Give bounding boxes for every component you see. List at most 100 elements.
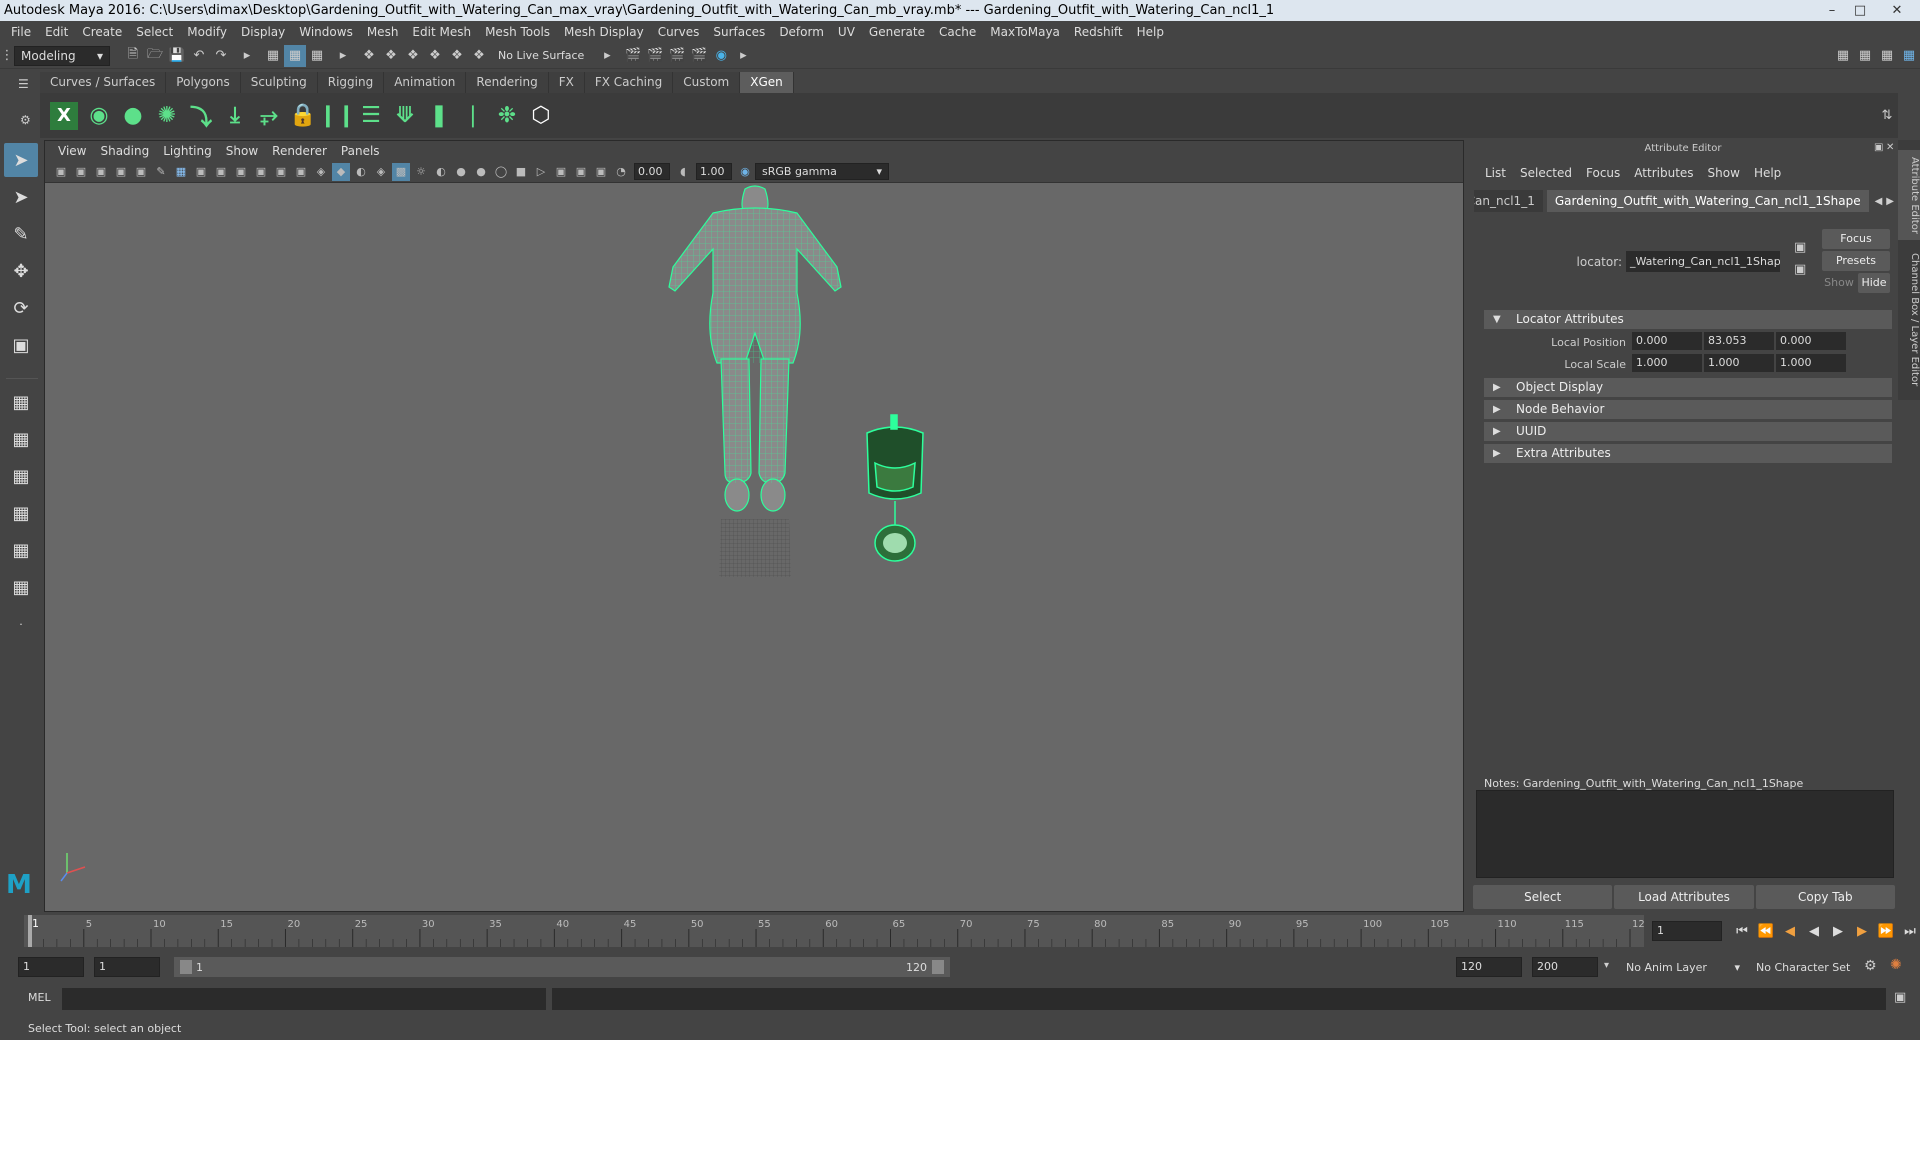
wireframe-icon[interactable]: ◈ xyxy=(312,163,330,181)
character-set-dropdown[interactable]: No Character Set xyxy=(1750,957,1862,977)
grid-toggle-icon[interactable]: ▦ xyxy=(172,163,190,181)
focus-button[interactable]: Focus xyxy=(1822,229,1890,249)
xgen-guide-sculpt-icon[interactable]: ⟱ xyxy=(388,99,422,133)
xgen-editor-icon[interactable]: X xyxy=(50,101,78,130)
select-button[interactable]: Select xyxy=(1473,885,1613,909)
menu-edit-mesh[interactable]: Edit Mesh xyxy=(405,25,478,39)
snap-grid-icon[interactable]: ❖ xyxy=(358,45,380,67)
range-handle-end[interactable] xyxy=(932,960,944,974)
xgen-guide-length-icon[interactable]: ⤓ xyxy=(218,99,252,133)
script-editor-icon[interactable]: ▣ xyxy=(1894,990,1906,1005)
xgen-attract-icon[interactable]: ❉ xyxy=(490,99,524,133)
shelf-scroll-icon[interactable]: ⇅ xyxy=(1876,105,1898,127)
xgen-layers-icon[interactable]: ☰ xyxy=(354,99,388,133)
go-to-end-icon[interactable]: ⏭ xyxy=(1898,924,1920,939)
gate-mask-icon[interactable]: ▣ xyxy=(232,163,250,181)
snap-surface-icon[interactable]: ❖ xyxy=(446,45,468,67)
menu-surfaces[interactable]: Surfaces xyxy=(706,25,772,39)
ipr-render-icon[interactable]: 🎬 xyxy=(644,45,666,67)
xgen-add-guide-icon[interactable]: ⤵ xyxy=(184,99,218,133)
range-handle-start[interactable] xyxy=(180,960,192,974)
section-locator-attributes[interactable]: ▼ Locator Attributes xyxy=(1484,310,1892,329)
move-tool-icon[interactable]: ✥ xyxy=(4,254,38,288)
section-uuid[interactable]: ▶ UUID xyxy=(1484,422,1892,441)
menu-help[interactable]: Help xyxy=(1130,25,1171,39)
close-panel-icon[interactable]: ✕ xyxy=(1886,142,1894,153)
range-track[interactable] xyxy=(174,957,950,977)
open-scene-icon[interactable]: 🗁 xyxy=(144,45,166,67)
safe-title-icon[interactable]: ▣ xyxy=(292,163,310,181)
xgen-guide-bend-icon[interactable]: ⥅ xyxy=(252,99,286,133)
script-language-label[interactable]: MEL xyxy=(28,991,51,1004)
shelf-tab-curves-surfaces[interactable]: Curves / Surfaces xyxy=(40,72,167,93)
layout-stack-icon[interactable]: ▦ xyxy=(4,496,38,530)
ae-menu-help[interactable]: Help xyxy=(1747,166,1788,180)
layout-side-icon[interactable]: ▦ xyxy=(4,459,38,493)
menu-file[interactable]: File xyxy=(4,25,38,39)
new-scene-icon[interactable]: 🗎 xyxy=(122,45,144,67)
playback-prefs-icon[interactable]: ✺ xyxy=(1890,957,1902,973)
animation-end-field[interactable]: 200 xyxy=(1532,957,1598,977)
xray-icon[interactable]: ▣ xyxy=(552,163,570,181)
show-button[interactable]: Show xyxy=(1822,273,1856,293)
local-position-z[interactable]: 0.000 xyxy=(1776,332,1846,350)
hypershade-icon[interactable]: 🎬 xyxy=(688,45,710,67)
section-object-display[interactable]: ▶ Object Display xyxy=(1484,378,1892,397)
scale-tool-icon[interactable]: ▣ xyxy=(4,328,38,362)
image-plane-icon[interactable]: ▣ xyxy=(112,163,130,181)
menu-create[interactable]: Create xyxy=(75,25,129,39)
menu-maxtomaya[interactable]: MaxToMaya xyxy=(983,25,1067,39)
paint-select-tool-icon[interactable]: ✎ xyxy=(4,217,38,251)
go-to-start-icon[interactable]: ⏮ xyxy=(1730,924,1754,939)
modeling-toolkit-icon[interactable]: ▦ xyxy=(1832,45,1854,67)
float-panel-icon[interactable]: ▣ xyxy=(1874,142,1883,153)
section-node-behavior[interactable]: ▶ Node Behavior xyxy=(1484,400,1892,419)
rotate-tool-icon[interactable]: ⟳ xyxy=(4,291,38,325)
xgen-lock-icon[interactable]: 🔒 xyxy=(286,99,320,133)
maximize-button[interactable]: □ xyxy=(1846,2,1874,20)
shelf-tab-fx-caching[interactable]: FX Caching xyxy=(584,72,674,93)
minimize-button[interactable]: – xyxy=(1818,2,1846,20)
viewport-menu-view[interactable]: View xyxy=(51,144,93,158)
layout-single-icon[interactable]: ▦ xyxy=(4,385,38,419)
select-tool-icon[interactable]: ➤ xyxy=(4,143,38,177)
snap-vertex-icon[interactable]: ❖ xyxy=(468,45,490,67)
xray-joints-icon[interactable]: ▣ xyxy=(572,163,590,181)
menu-mesh-display[interactable]: Mesh Display xyxy=(557,25,651,39)
viewport-menu-shading[interactable]: Shading xyxy=(93,144,156,158)
current-time-marker[interactable] xyxy=(28,915,32,947)
timeline-track[interactable]: 1 5 10 15 20 25 30 35 40 45 50 55 60 65 70 75 80 85 90 95 10… xyxy=(24,915,1651,947)
camera-icon[interactable]: ▣ xyxy=(52,163,70,181)
ae-menu-selected[interactable]: Selected xyxy=(1513,166,1579,180)
xgen-create-description-icon[interactable]: ● xyxy=(116,99,150,133)
render-frame-icon[interactable]: 🎬 xyxy=(622,45,644,67)
lasso-tool-icon[interactable]: ➤ xyxy=(4,180,38,214)
close-button[interactable]: ✕ xyxy=(1874,1,1920,20)
viewport-menu-show[interactable]: Show xyxy=(219,144,265,158)
render-settings-icon[interactable]: 🎬 xyxy=(666,45,688,67)
play-backward-icon[interactable]: ◀ xyxy=(1802,924,1826,939)
ambient-occlusion-icon[interactable]: ● xyxy=(452,163,470,181)
local-scale-x[interactable]: 1.000 xyxy=(1632,354,1702,372)
xgen-rebuild-icon[interactable]: ❙❙ xyxy=(319,99,356,133)
channel-box-side-tab[interactable]: Channel Box / Layer Editor xyxy=(1898,250,1920,390)
persp-camera-view[interactable]: persp xyxy=(45,183,1463,944)
attribute-editor-toggle-icon[interactable]: ▦ xyxy=(1854,45,1876,67)
notes-textarea[interactable] xyxy=(1476,790,1894,878)
bookmark-icon[interactable]: ▣ xyxy=(92,163,110,181)
viewport-menu-renderer[interactable]: Renderer xyxy=(265,144,334,158)
gamma-icon[interactable]: ◖ xyxy=(674,163,692,181)
local-scale-z[interactable]: 1.000 xyxy=(1776,354,1846,372)
tool-settings-icon[interactable]: ▦ xyxy=(1876,45,1898,67)
presets-button[interactable]: Presets xyxy=(1822,251,1890,271)
xray-active-icon[interactable]: ▣ xyxy=(592,163,610,181)
menu-display[interactable]: Display xyxy=(234,25,292,39)
snap-curve-icon[interactable]: ❖ xyxy=(380,45,402,67)
menu-uv[interactable]: UV xyxy=(831,25,862,39)
anti-alias-icon[interactable]: ◯ xyxy=(492,163,510,181)
tab-scroll-right-icon[interactable]: ▶ xyxy=(1886,196,1894,207)
wireframe-on-shaded-icon[interactable]: ◈ xyxy=(372,163,390,181)
isolate-select-icon[interactable]: ▷ xyxy=(532,163,550,181)
toolbox-more-icon[interactable]: ‧ xyxy=(4,607,38,641)
textured-icon[interactable]: ▩ xyxy=(392,162,410,181)
